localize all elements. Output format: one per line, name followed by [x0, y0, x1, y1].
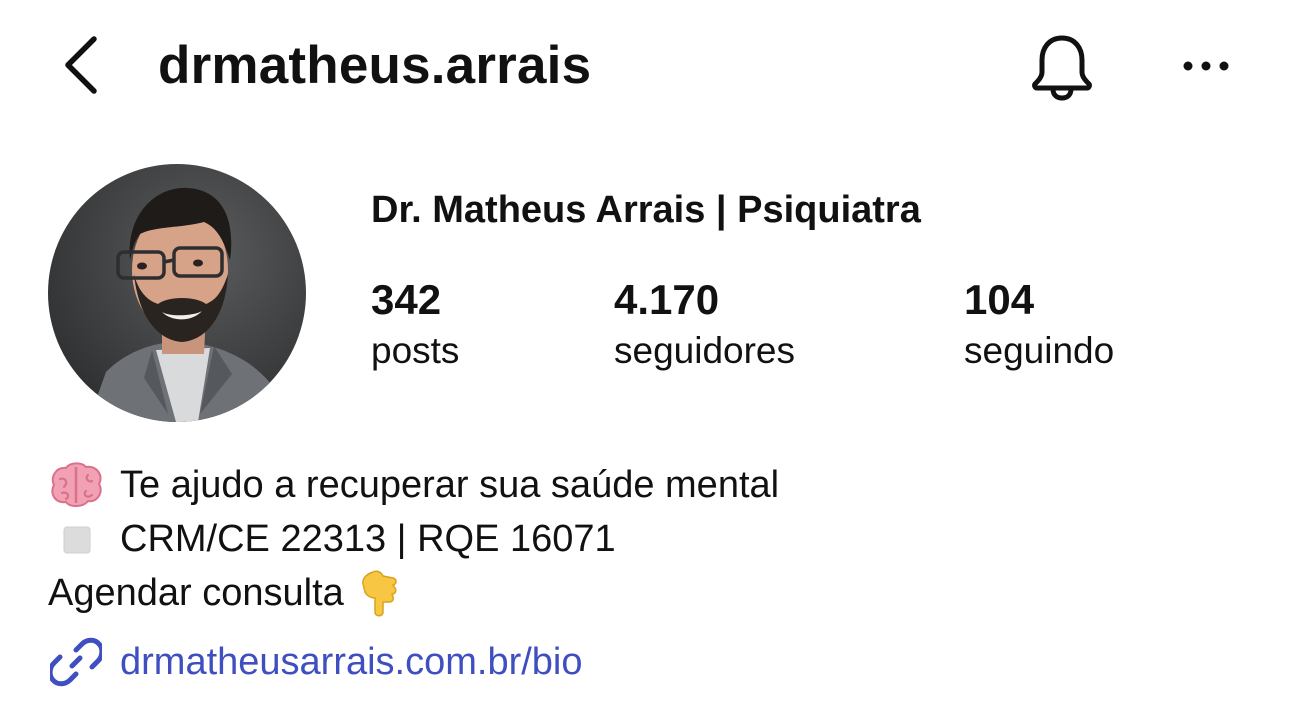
bio-link-text[interactable]: drmatheusarrais.com.br/bio — [120, 634, 583, 690]
bio-line-text: CRM/CE 22313 | RQE 16071 — [120, 518, 616, 560]
bio-line-text: Agendar consulta — [48, 572, 344, 614]
bio-line-text: Te ajudo a recuperar sua saúde mental — [120, 464, 780, 506]
followers-count[interactable]: 4.170 seguidores — [614, 274, 795, 376]
profile-username: drmatheus.arrais — [158, 36, 592, 95]
following-count[interactable]: 104 seguindo — [964, 274, 1114, 376]
followers-count-label: seguidores — [614, 330, 796, 371]
bio-line: Te ajudo a recuperar sua saúde mental — [48, 458, 1248, 512]
bio-line: CRM/CE 22313 | RQE 16071 — [48, 512, 1248, 566]
profile-photo — [48, 164, 306, 422]
back-button[interactable] — [56, 30, 116, 100]
brain-emoji-icon — [48, 460, 108, 510]
profile-header: drmatheus.arrais — [0, 0, 1290, 130]
white-square-emoji-icon — [48, 514, 108, 564]
posts-count-value: 342 — [371, 276, 442, 323]
link-icon — [48, 634, 104, 690]
notifications-button[interactable] — [1026, 28, 1098, 104]
profile-display-name: Dr. Matheus Arrais | Psiquiatra — [371, 189, 921, 231]
posts-count-label: posts — [371, 330, 460, 371]
more-horizontal-icon — [1183, 61, 1229, 71]
posts-count[interactable]: 342 posts — [371, 274, 459, 376]
bio-link[interactable]: drmatheusarrais.com.br/bio — [48, 632, 583, 692]
more-options-button[interactable] — [1176, 46, 1236, 86]
followers-count-value: 4.170 — [614, 276, 720, 323]
following-count-value: 104 — [964, 276, 1035, 323]
following-count-label: seguindo — [964, 330, 1115, 371]
profile-avatar[interactable] — [48, 164, 306, 422]
profile-bio: Te ajudo a recuperar sua saúde mental CR… — [48, 458, 1248, 620]
bell-icon — [1032, 35, 1092, 101]
pointing-down-emoji-icon — [356, 568, 402, 618]
chevron-left-icon — [65, 36, 97, 94]
bio-line: Agendar consulta — [48, 566, 1248, 620]
